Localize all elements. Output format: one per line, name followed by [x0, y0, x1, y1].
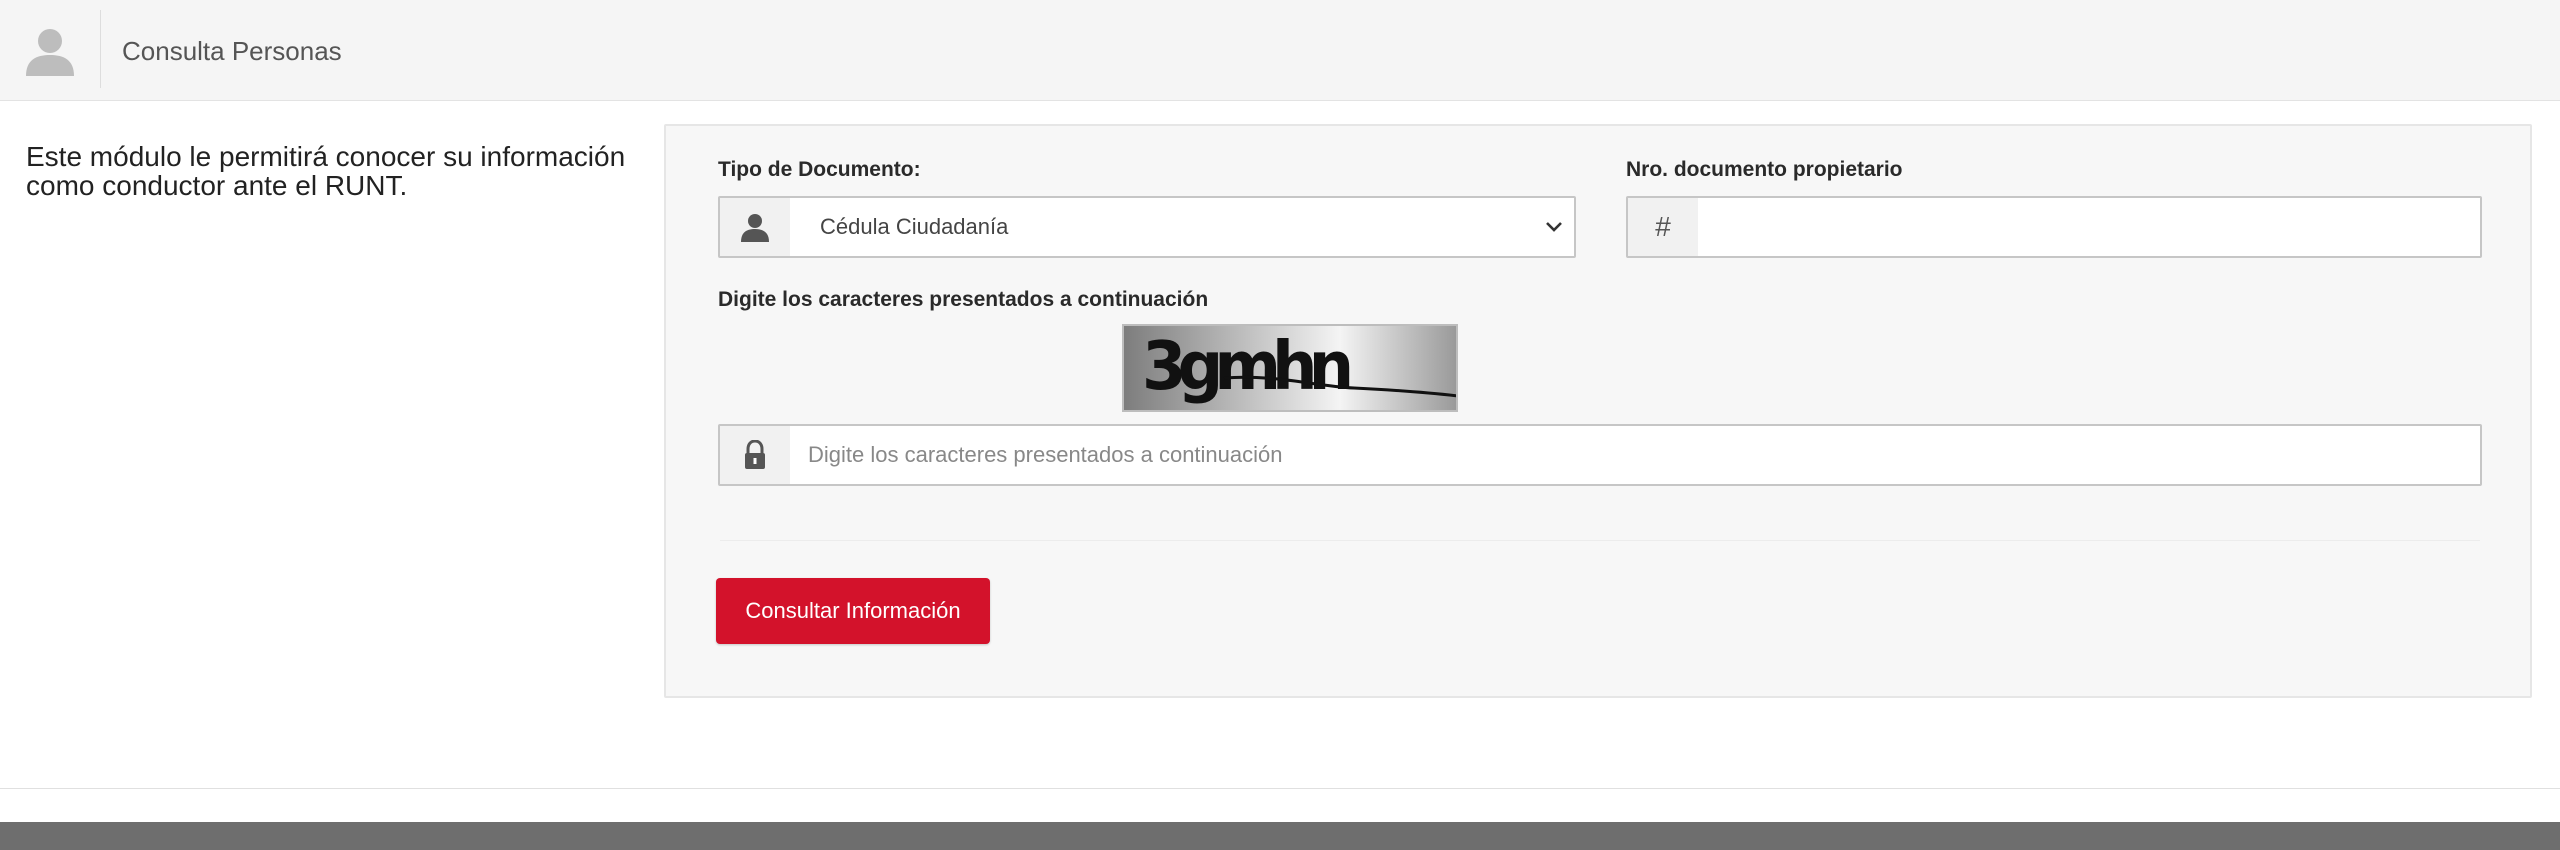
- document-type-label: Tipo de Documento:: [718, 158, 921, 181]
- page: Consulta Personas Este módulo le permiti…: [0, 0, 2560, 850]
- form-separator: [720, 540, 2480, 541]
- hash-icon: #: [1628, 198, 1698, 256]
- chevron-down-icon: [1534, 198, 1574, 256]
- captcha-label: Digite los caracteres presentados a cont…: [718, 288, 1209, 311]
- document-type-select[interactable]: Cédula Ciudadanía: [718, 196, 1576, 258]
- bottom-divider: [0, 788, 2560, 789]
- page-title: Consulta Personas: [122, 36, 342, 66]
- captcha-noise-line: [1223, 375, 1456, 398]
- document-number-label: Nro. documento propietario: [1626, 158, 1903, 181]
- header-divider: [100, 10, 101, 88]
- document-number-input[interactable]: [1698, 198, 2480, 256]
- captcha-image: 3gmhn: [1122, 324, 1458, 412]
- submit-query-button[interactable]: Consultar Información: [716, 578, 990, 644]
- footer-bar: [0, 822, 2560, 850]
- intro-text: Este módulo le permitirá conocer su info…: [26, 141, 626, 201]
- document-type-value: Cédula Ciudadanía: [820, 214, 1009, 239]
- header-bar: Consulta Personas: [0, 0, 2560, 101]
- user-avatar-icon: [22, 22, 78, 78]
- document-number-field[interactable]: #: [1626, 196, 2482, 258]
- query-form-panel: Tipo de Documento: Cédula Ciudadanía Nro…: [664, 124, 2532, 698]
- user-icon: [720, 198, 790, 256]
- captcha-input[interactable]: [790, 426, 2480, 484]
- captcha-field[interactable]: [718, 424, 2482, 486]
- lock-icon: [720, 426, 790, 484]
